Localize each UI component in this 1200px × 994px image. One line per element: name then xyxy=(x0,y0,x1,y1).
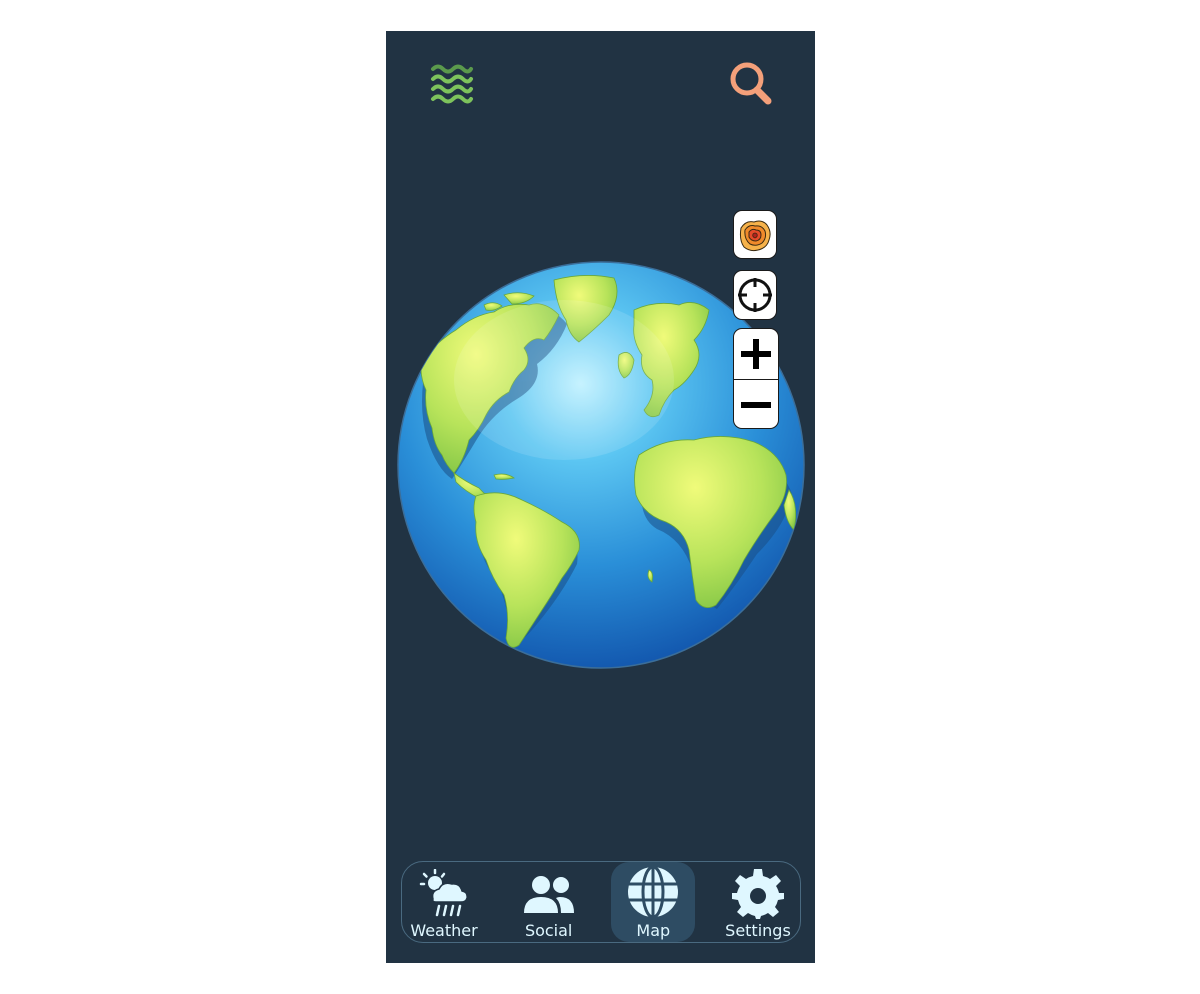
plus-icon xyxy=(741,339,771,369)
globe-image xyxy=(397,261,805,669)
search-button[interactable] xyxy=(728,59,776,107)
search-icon xyxy=(730,62,772,105)
tab-map-label: Map xyxy=(636,921,671,940)
layers-button[interactable] xyxy=(430,61,474,105)
layers-waves-icon xyxy=(431,64,473,104)
zoom-out-button[interactable] xyxy=(734,380,778,428)
gear-icon xyxy=(731,869,784,919)
tab-weather[interactable]: Weather xyxy=(402,862,486,942)
heatmap-button[interactable] xyxy=(733,210,777,259)
people-icon xyxy=(523,876,574,913)
zoom-controls xyxy=(733,328,779,429)
tab-settings[interactable]: Settings xyxy=(716,862,800,942)
globe-map[interactable] xyxy=(394,260,808,670)
zoom-in-button[interactable] xyxy=(734,329,778,379)
tab-social-label: Social xyxy=(524,921,573,940)
tab-settings-label: Settings xyxy=(725,921,791,940)
heatmap-icon xyxy=(739,220,771,251)
tab-weather-label: Weather xyxy=(410,921,478,940)
weather-icon xyxy=(419,869,468,917)
tab-map[interactable]: Map xyxy=(611,862,696,942)
minus-icon xyxy=(741,402,771,408)
crosshair-icon xyxy=(738,278,772,312)
tab-social[interactable]: Social xyxy=(507,862,591,942)
globe-icon xyxy=(628,865,679,919)
locate-me-button[interactable] xyxy=(733,270,777,320)
bottom-tab-bar: Weather Social Map Settings xyxy=(401,861,801,943)
app-screen: Weather Social Map Settings xyxy=(386,31,815,963)
